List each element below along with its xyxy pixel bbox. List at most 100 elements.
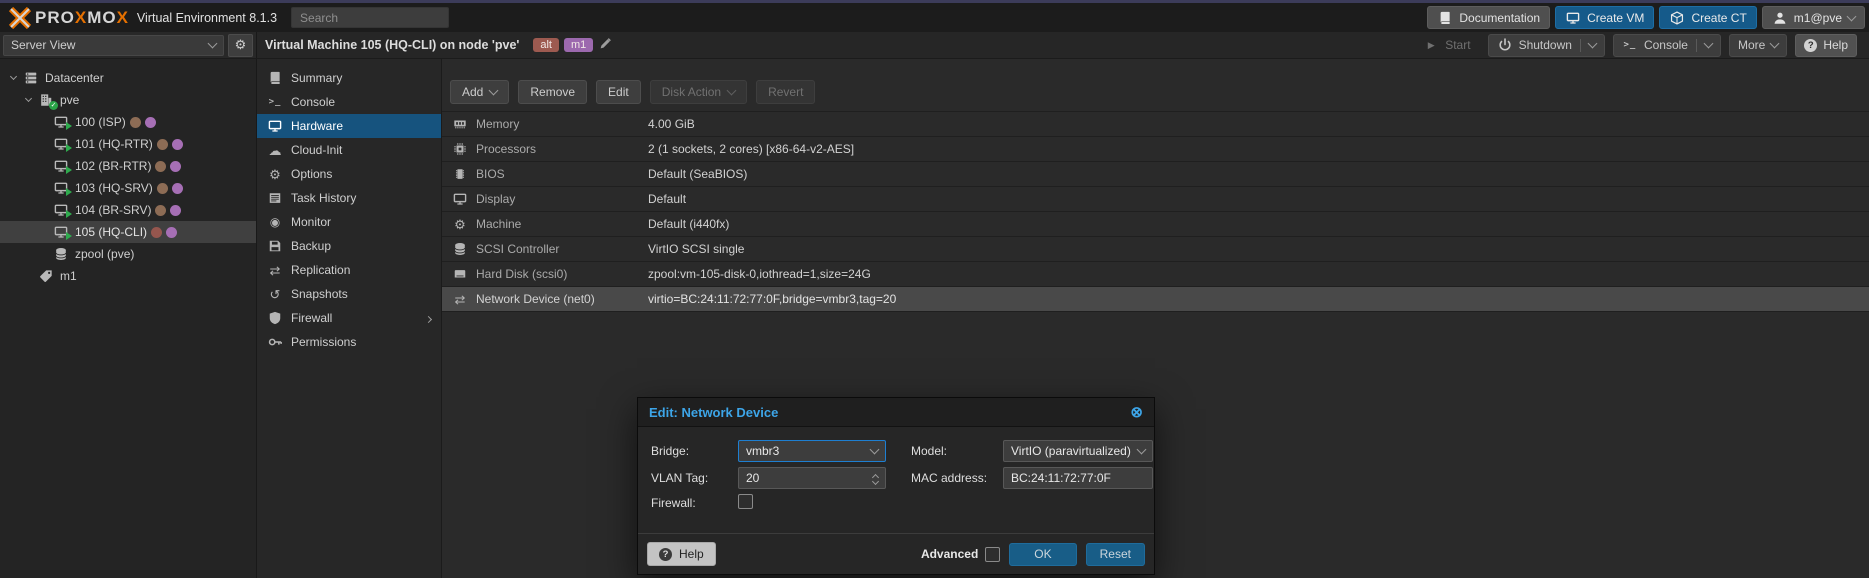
- nav-item-task-history[interactable]: Task History: [257, 186, 441, 210]
- cpu-icon: [452, 141, 468, 157]
- hw-row-memory[interactable]: Memory4.00 GiB: [442, 112, 1869, 137]
- button-separator: [1696, 39, 1697, 52]
- hdd-icon: [452, 266, 468, 282]
- nav-item-snapshots[interactable]: ↺Snapshots: [257, 282, 441, 306]
- vm-icon: [53, 202, 69, 218]
- collapse-chevron-icon[interactable]: [8, 77, 19, 79]
- label: Remove: [530, 85, 575, 99]
- cube-icon: [1669, 10, 1685, 26]
- tree-item-pve[interactable]: ✓pve: [0, 89, 256, 111]
- dialog-header[interactable]: Edit: Network Device: [638, 398, 1154, 427]
- tree-item-105-hq-cli[interactable]: 105 (HQ-CLI): [0, 221, 256, 243]
- hw-row-label: ⇄Network Device (net0): [452, 291, 648, 307]
- tag-dot: [166, 227, 177, 238]
- dialog-title: Edit: Network Device: [649, 405, 778, 420]
- tag-dot: [172, 139, 183, 150]
- nav-item-firewall[interactable]: Firewall: [257, 306, 441, 330]
- label: Create CT: [1691, 11, 1746, 25]
- hw-row-bios[interactable]: BIOSDefault (SeaBIOS): [442, 162, 1869, 187]
- vlan-tag-spinner[interactable]: 20: [738, 467, 886, 489]
- chevron-down-icon: [727, 86, 737, 96]
- tree-item-zpool-pve[interactable]: zpool (pve): [0, 243, 256, 265]
- chevron-down-icon: [870, 445, 880, 455]
- nav-item-summary[interactable]: Summary: [257, 66, 441, 90]
- tree-item-104-br-srv[interactable]: 104 (BR-SRV): [0, 199, 256, 221]
- tree-item-102-br-rtr[interactable]: 102 (BR-RTR): [0, 155, 256, 177]
- tree-panel-header: Server View ⚙: [0, 32, 257, 58]
- model-combobox[interactable]: VirtIO (paravirtualized): [1003, 440, 1153, 462]
- nav-item-backup[interactable]: Backup: [257, 234, 441, 258]
- vlan-tag-label: VLAN Tag:: [651, 471, 738, 485]
- running-play-icon: [66, 188, 72, 196]
- tree-settings-button[interactable]: ⚙: [228, 34, 253, 57]
- header-button-documentation[interactable]: Documentation: [1427, 6, 1550, 29]
- question-icon: [1804, 39, 1817, 52]
- label: Edit: [608, 85, 629, 99]
- more-button[interactable]: More: [1729, 34, 1787, 57]
- tag-chip-alt: alt: [533, 38, 559, 52]
- chevron-down-icon: [208, 39, 218, 49]
- hw-row-network-device-net0[interactable]: ⇄Network Device (net0)virtio=BC:24:11:72…: [442, 287, 1869, 312]
- tag-dot: [151, 227, 162, 238]
- online-check-icon: ✓: [49, 101, 58, 110]
- label: 101 (HQ-RTR): [75, 137, 153, 151]
- header-button-create-ct[interactable]: Create CT: [1659, 6, 1756, 29]
- shutdown-button[interactable]: Shutdown: [1488, 34, 1605, 57]
- nav-item-cloud-init[interactable]: ☁Cloud-Init: [257, 138, 441, 162]
- nav-item-replication[interactable]: ⇄Replication: [257, 258, 441, 282]
- tree-item-100-isp[interactable]: 100 (ISP): [0, 111, 256, 133]
- console-button[interactable]: >_Console: [1613, 34, 1721, 57]
- help-button[interactable]: Help: [1795, 34, 1857, 57]
- ok-button[interactable]: OK: [1009, 543, 1076, 566]
- nav-item-options[interactable]: ⚙Options: [257, 162, 441, 186]
- hw-row-scsi-controller[interactable]: SCSI ControllerVirtIO SCSI single: [442, 237, 1869, 262]
- nav-item-monitor[interactable]: ◉Monitor: [257, 210, 441, 234]
- advanced-checkbox[interactable]: [985, 547, 1000, 562]
- hw-row-machine[interactable]: ⚙MachineDefault (i440fx): [442, 212, 1869, 237]
- edit-button[interactable]: Edit: [596, 80, 641, 104]
- label: m1@pve: [1794, 11, 1842, 25]
- tree-item-datacenter[interactable]: Datacenter: [0, 67, 256, 89]
- reset-button[interactable]: Reset: [1086, 543, 1145, 566]
- search-input[interactable]: [291, 7, 449, 28]
- dialog-help-button[interactable]: Help: [647, 542, 716, 566]
- tree-item-101-hq-rtr[interactable]: 101 (HQ-RTR): [0, 133, 256, 155]
- edit-tags-pencil-icon[interactable]: [599, 37, 612, 53]
- book-icon: [1437, 10, 1453, 26]
- nav-item-hardware[interactable]: Hardware: [257, 114, 441, 138]
- mac-address-field[interactable]: BC:24:11:72:77:0F: [1003, 467, 1153, 489]
- gear-icon: ⚙: [235, 37, 247, 53]
- proxmox-wordmark: PROXMOX: [35, 8, 129, 28]
- tag-icon: [38, 268, 54, 284]
- hw-row-hard-disk-scsi0[interactable]: Hard Disk (scsi0)zpool:vm-105-disk-0,iot…: [442, 262, 1869, 287]
- header-button-m1-pve[interactable]: m1@pve: [1762, 6, 1865, 29]
- header-button-create-vm[interactable]: Create VM: [1555, 6, 1654, 29]
- chevron-right-icon: [425, 316, 432, 323]
- label: Datacenter: [45, 71, 104, 85]
- view-selector[interactable]: Server View: [3, 35, 224, 56]
- nav-item-console[interactable]: >_Console: [257, 90, 441, 114]
- bridge-combobox[interactable]: vmbr3: [738, 440, 886, 462]
- hw-row-display[interactable]: DisplayDefault: [442, 187, 1869, 212]
- hw-row-label: SCSI Controller: [452, 241, 648, 257]
- dialog-footer: Help Advanced OK Reset: [638, 533, 1154, 574]
- collapse-chevron-icon[interactable]: [23, 99, 34, 101]
- add-button[interactable]: Add: [450, 80, 509, 104]
- display-icon: [452, 191, 468, 207]
- firewall-label: Firewall:: [651, 496, 738, 510]
- firewall-checkbox[interactable]: [738, 494, 753, 509]
- tree-item-103-hq-srv[interactable]: 103 (HQ-SRV): [0, 177, 256, 199]
- user-icon: [1772, 10, 1788, 26]
- list-icon: [267, 190, 283, 206]
- close-icon[interactable]: [1130, 405, 1143, 420]
- tag-chip-m1: m1: [564, 38, 593, 52]
- vm-icon: [53, 136, 69, 152]
- spinner-buttons[interactable]: [873, 472, 878, 484]
- chevron-down-icon: [872, 478, 879, 485]
- hw-row-processors[interactable]: Processors2 (1 sockets, 2 cores) [x86-64…: [442, 137, 1869, 162]
- tree-item-m1[interactable]: m1: [0, 265, 256, 287]
- nav-item-permissions[interactable]: Permissions: [257, 330, 441, 354]
- remove-button[interactable]: Remove: [518, 80, 587, 104]
- gear-icon: ⚙: [267, 166, 283, 182]
- tag-dot: [155, 205, 166, 216]
